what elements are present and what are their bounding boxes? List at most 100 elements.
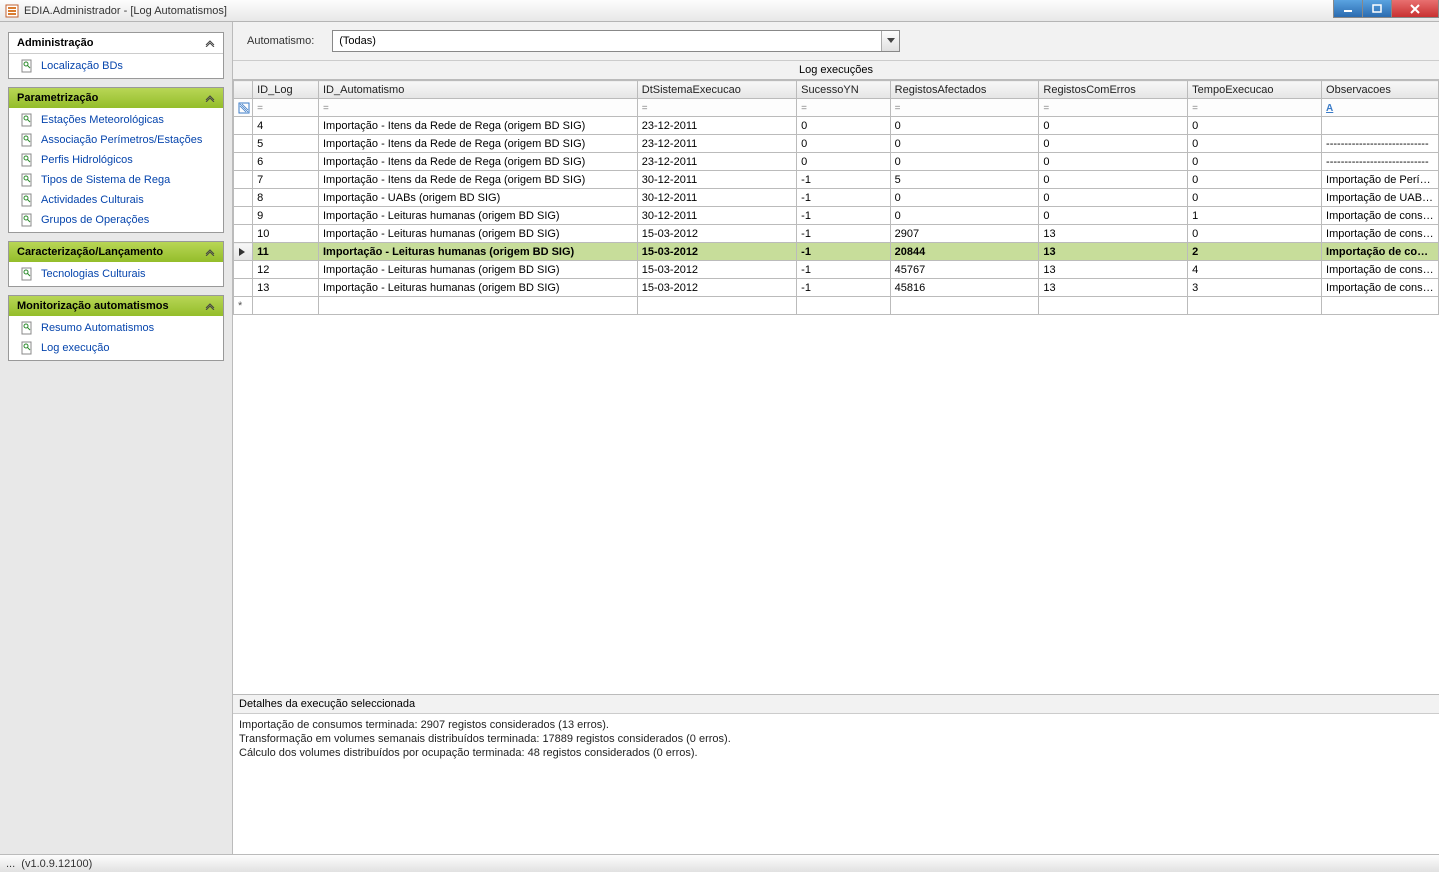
- filter-cell[interactable]: =: [637, 99, 796, 117]
- table-cell[interactable]: 0: [890, 135, 1039, 153]
- sidebar-item[interactable]: Associação Perímetros/Estações: [9, 130, 223, 150]
- sidebar-item[interactable]: Tipos de Sistema de Rega: [9, 170, 223, 190]
- table-cell[interactable]: [253, 297, 319, 315]
- table-cell[interactable]: [797, 297, 891, 315]
- filter-cell[interactable]: =: [1039, 99, 1188, 117]
- sidebar-item[interactable]: Log execução: [9, 338, 223, 358]
- row-handle[interactable]: [234, 171, 253, 189]
- sidebar-item[interactable]: Estações Meteorológicas: [9, 110, 223, 130]
- table-cell[interactable]: 45767: [890, 261, 1039, 279]
- column-header[interactable]: TempoExecucao: [1188, 81, 1322, 99]
- table-cell[interactable]: [1039, 297, 1188, 315]
- table-cell[interactable]: [1188, 297, 1322, 315]
- column-header[interactable]: ID_Log: [253, 81, 319, 99]
- table-cell[interactable]: 30-12-2011: [637, 171, 796, 189]
- table-cell[interactable]: 7: [253, 171, 319, 189]
- table-cell[interactable]: [1322, 117, 1439, 135]
- table-cell[interactable]: 0: [1188, 189, 1322, 207]
- filter-cell[interactable]: A: [1322, 99, 1439, 117]
- table-cell[interactable]: 5: [253, 135, 319, 153]
- table-cell[interactable]: Importação - Itens da Rede de Rega (orig…: [319, 153, 638, 171]
- panel-header[interactable]: Parametrização: [9, 88, 223, 108]
- filter-cell[interactable]: =: [253, 99, 319, 117]
- table-cell[interactable]: 3: [1188, 279, 1322, 297]
- table-cell[interactable]: Importação de UABs t...: [1322, 189, 1439, 207]
- table-cell[interactable]: 30-12-2011: [637, 207, 796, 225]
- table-cell[interactable]: 0: [1039, 171, 1188, 189]
- table-cell[interactable]: 0: [1188, 171, 1322, 189]
- table-cell[interactable]: 0: [797, 153, 891, 171]
- filter-cell[interactable]: =: [1188, 99, 1322, 117]
- table-row[interactable]: 7Importação - Itens da Rede de Rega (ori…: [234, 171, 1439, 189]
- table-cell[interactable]: -1: [797, 261, 891, 279]
- table-cell[interactable]: -1: [797, 225, 891, 243]
- table-cell[interactable]: Importação de Períme...: [1322, 171, 1439, 189]
- panel-header[interactable]: Caracterização/Lançamento: [9, 242, 223, 262]
- table-cell[interactable]: 1: [1188, 207, 1322, 225]
- table-cell[interactable]: Importação de consu...: [1322, 225, 1439, 243]
- table-row[interactable]: 11Importação - Leituras humanas (origem …: [234, 243, 1439, 261]
- filter-indicator-cell[interactable]: [234, 99, 253, 117]
- sidebar-item[interactable]: Grupos de Operações: [9, 210, 223, 230]
- table-cell[interactable]: Importação - Leituras humanas (origem BD…: [319, 243, 638, 261]
- row-handle[interactable]: [234, 279, 253, 297]
- table-cell[interactable]: 0: [1188, 135, 1322, 153]
- table-cell[interactable]: -1: [797, 189, 891, 207]
- automatismo-combo[interactable]: (Todas): [332, 30, 900, 52]
- sidebar-item[interactable]: Actividades Culturais: [9, 190, 223, 210]
- table-cell[interactable]: 13: [1039, 261, 1188, 279]
- table-row[interactable]: 8Importação - UABs (origem BD SIG)30-12-…: [234, 189, 1439, 207]
- table-cell[interactable]: 0: [1039, 153, 1188, 171]
- table-cell[interactable]: Importação - Leituras humanas (origem BD…: [319, 279, 638, 297]
- grid[interactable]: ID_LogID_AutomatismoDtSistemaExecucaoSuc…: [233, 80, 1439, 694]
- table-cell[interactable]: 0: [890, 153, 1039, 171]
- sidebar-item[interactable]: Tecnologias Culturais: [9, 264, 223, 284]
- table-cell[interactable]: 23-12-2011: [637, 117, 796, 135]
- table-cell[interactable]: 23-12-2011: [637, 135, 796, 153]
- table-cell[interactable]: 0: [890, 189, 1039, 207]
- column-header[interactable]: Observacoes: [1322, 81, 1439, 99]
- filter-cell[interactable]: =: [890, 99, 1039, 117]
- table-cell[interactable]: 0: [1188, 117, 1322, 135]
- table-cell[interactable]: 12: [253, 261, 319, 279]
- column-header[interactable]: SucessoYN: [797, 81, 891, 99]
- table-cell[interactable]: Importação - Itens da Rede de Rega (orig…: [319, 135, 638, 153]
- table-cell[interactable]: 15-03-2012: [637, 225, 796, 243]
- table-row[interactable]: 4Importação - Itens da Rede de Rega (ori…: [234, 117, 1439, 135]
- minimize-button[interactable]: [1333, 0, 1363, 18]
- table-cell[interactable]: 11: [253, 243, 319, 261]
- sidebar-item[interactable]: Resumo Automatismos: [9, 318, 223, 338]
- table-row[interactable]: 10Importação - Leituras humanas (origem …: [234, 225, 1439, 243]
- table-cell[interactable]: 0: [797, 135, 891, 153]
- table-cell[interactable]: ----------------------------: [1322, 135, 1439, 153]
- table-cell[interactable]: 0: [1039, 207, 1188, 225]
- panel-header[interactable]: Monitorização automatismos: [9, 296, 223, 316]
- sidebar-item[interactable]: Perfis Hidrológicos: [9, 150, 223, 170]
- row-handle[interactable]: [234, 225, 253, 243]
- table-cell[interactable]: Importação de consu...: [1322, 261, 1439, 279]
- filter-cell[interactable]: =: [797, 99, 891, 117]
- table-cell[interactable]: 30-12-2011: [637, 189, 796, 207]
- table-cell[interactable]: 15-03-2012: [637, 243, 796, 261]
- table-cell[interactable]: 2: [1188, 243, 1322, 261]
- table-cell[interactable]: -1: [797, 243, 891, 261]
- table-cell[interactable]: Importação - Itens da Rede de Rega (orig…: [319, 117, 638, 135]
- table-cell[interactable]: 8: [253, 189, 319, 207]
- table-cell[interactable]: 0: [1039, 135, 1188, 153]
- table-cell[interactable]: 2907: [890, 225, 1039, 243]
- table-cell[interactable]: 20844: [890, 243, 1039, 261]
- table-cell[interactable]: Importação - Itens da Rede de Rega (orig…: [319, 171, 638, 189]
- table-row[interactable]: 6Importação - Itens da Rede de Rega (ori…: [234, 153, 1439, 171]
- table-cell[interactable]: 6: [253, 153, 319, 171]
- table-cell[interactable]: ----------------------------: [1322, 153, 1439, 171]
- table-cell[interactable]: Importação - Leituras humanas (origem BD…: [319, 225, 638, 243]
- column-header[interactable]: DtSistemaExecucao: [637, 81, 796, 99]
- close-button[interactable]: [1391, 0, 1439, 18]
- table-cell[interactable]: 0: [890, 207, 1039, 225]
- table-cell[interactable]: 10: [253, 225, 319, 243]
- row-handle[interactable]: [234, 243, 253, 261]
- table-cell[interactable]: 0: [1039, 117, 1188, 135]
- column-header[interactable]: RegistosComErros: [1039, 81, 1188, 99]
- row-handle[interactable]: [234, 261, 253, 279]
- table-cell[interactable]: Importação - Leituras humanas (origem BD…: [319, 207, 638, 225]
